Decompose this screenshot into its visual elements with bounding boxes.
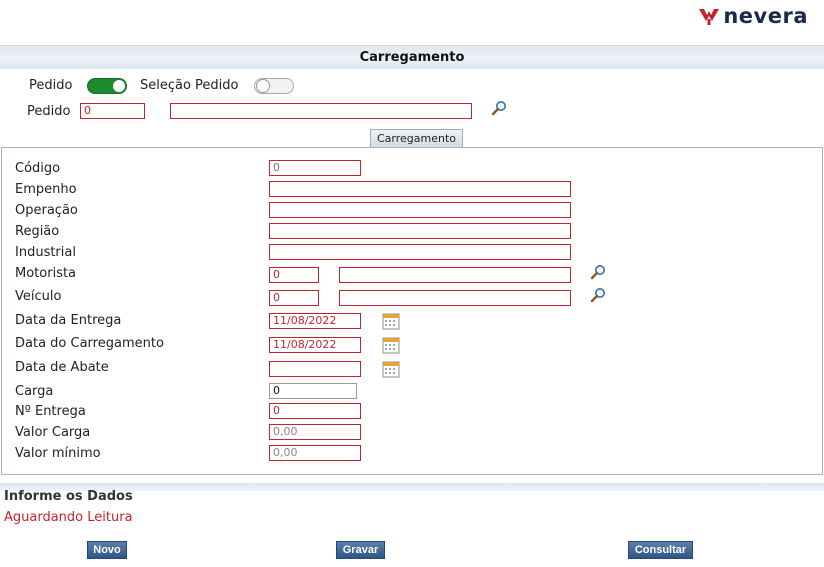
toggle-pedido-label: Pedido: [29, 78, 73, 93]
search-icon[interactable]: [590, 264, 606, 280]
consultar-button[interactable]: Consultar: [628, 541, 693, 559]
search-icon[interactable]: [590, 287, 606, 303]
empenho-label: Empenho: [15, 182, 77, 197]
valor-minimo-label: Valor mínimo: [15, 446, 101, 461]
industrial-input[interactable]: [269, 244, 571, 260]
valor-carga-label: Valor Carga: [15, 425, 91, 440]
toggle-selecao-label: Seleção Pedido: [140, 78, 239, 93]
veiculo-code-input[interactable]: 0: [269, 290, 319, 306]
info-title: Informe os Dados: [4, 489, 133, 504]
brand-logo: nevera: [698, 4, 808, 28]
search-icon[interactable]: [491, 100, 507, 116]
codigo-label: Código: [15, 161, 61, 176]
n-entrega-label: Nº Entrega: [15, 404, 86, 419]
gravar-button[interactable]: Gravar: [336, 541, 385, 559]
calendar-icon[interactable]: [382, 312, 400, 330]
toggle-pedido[interactable]: [87, 78, 127, 94]
status-text: Aguardando Leitura: [4, 510, 133, 525]
veiculo-desc-input[interactable]: [339, 290, 571, 306]
valor-minimo-input[interactable]: 0,00: [269, 445, 361, 461]
data-entrega-label: Data da Entrega: [15, 313, 122, 328]
carga-input[interactable]: 0: [269, 383, 357, 399]
calendar-icon[interactable]: [382, 336, 400, 354]
data-carregamento-input[interactable]: 11/08/2022: [269, 337, 361, 353]
pedido-label: Pedido: [27, 104, 71, 119]
pedido-desc-input[interactable]: [170, 103, 472, 119]
data-entrega-input[interactable]: 11/08/2022: [269, 313, 361, 329]
pedido-code-input[interactable]: 0: [80, 103, 145, 119]
toggle-selecao-pedido[interactable]: [254, 78, 294, 94]
operacao-input[interactable]: [269, 202, 571, 218]
regiao-input[interactable]: [269, 223, 571, 239]
toggle-knob: [113, 80, 125, 92]
data-abate-input[interactable]: [269, 361, 361, 377]
data-carregamento-label: Data do Carregamento: [15, 336, 164, 351]
toggle-knob: [256, 79, 270, 93]
motorista-label: Motorista: [15, 266, 77, 281]
brand-name: nevera: [723, 4, 808, 28]
industrial-label: Industrial: [15, 245, 76, 260]
motorista-desc-input[interactable]: [339, 267, 571, 283]
calendar-icon[interactable]: [382, 360, 400, 378]
operacao-label: Operação: [15, 203, 78, 218]
data-abate-label: Data de Abate: [15, 360, 109, 375]
n-entrega-input[interactable]: 0: [269, 403, 361, 419]
valor-carga-input[interactable]: 0,00: [269, 424, 361, 440]
tab-carregamento[interactable]: Carregamento: [370, 129, 463, 147]
empenho-input[interactable]: [269, 181, 571, 197]
carga-label: Carga: [15, 384, 54, 399]
veiculo-label: Veículo: [15, 289, 62, 304]
motorista-code-input[interactable]: 0: [269, 267, 319, 283]
novo-button[interactable]: Novo: [87, 541, 127, 559]
codigo-input[interactable]: 0: [269, 160, 361, 176]
page-title: Carregamento: [0, 45, 824, 69]
nevera-logo-icon: [699, 9, 720, 25]
regiao-label: Região: [15, 224, 60, 239]
